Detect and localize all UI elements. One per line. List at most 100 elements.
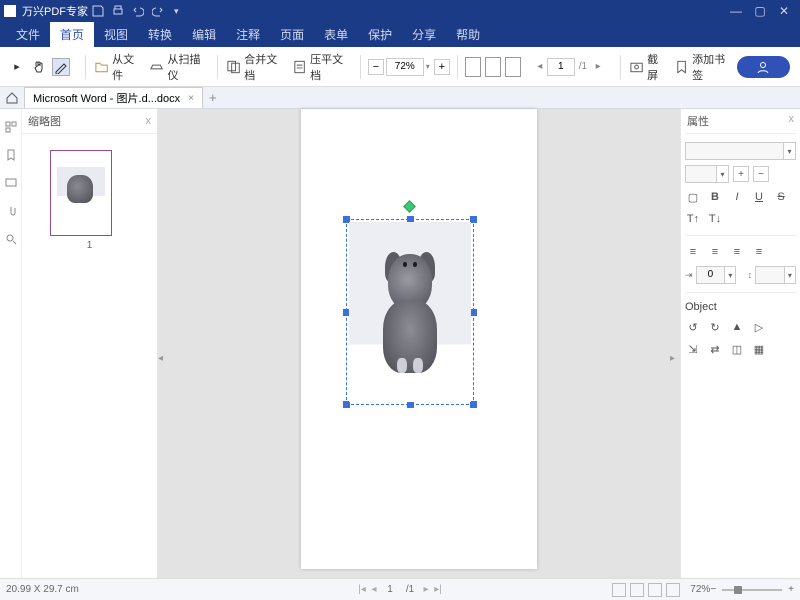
color-swatch-icon[interactable]: ▢ bbox=[685, 189, 701, 205]
select-tool-icon[interactable]: ▸ bbox=[8, 58, 26, 76]
font-decrease-button[interactable]: − bbox=[753, 166, 769, 182]
zoom-value[interactable]: 72% bbox=[386, 58, 424, 76]
qat-save-icon[interactable] bbox=[91, 4, 105, 18]
menu-file[interactable]: 文件 bbox=[6, 22, 50, 47]
attachments-icon[interactable] bbox=[3, 203, 19, 219]
status-zoom-out[interactable]: − bbox=[710, 584, 716, 595]
align-center-button[interactable]: ≡ bbox=[707, 244, 723, 260]
maximize-button[interactable]: ▢ bbox=[748, 0, 772, 22]
menu-comment[interactable]: 注释 bbox=[226, 22, 270, 47]
page-input[interactable]: 1 bbox=[547, 58, 575, 76]
font-size-dropdown-icon[interactable]: ▾ bbox=[717, 165, 729, 183]
zoom-in-button[interactable]: + bbox=[434, 59, 450, 75]
canvas-area[interactable]: ◂ ▸ bbox=[158, 109, 680, 578]
replace-image-button[interactable]: ⇄ bbox=[707, 341, 723, 357]
zoom-out-button[interactable]: − bbox=[368, 59, 384, 75]
menu-view[interactable]: 视图 bbox=[94, 22, 138, 47]
actual-size-icon[interactable] bbox=[505, 57, 521, 77]
extract-image-button[interactable]: ⇲ bbox=[685, 341, 701, 357]
status-page-current[interactable]: 1 bbox=[380, 584, 400, 595]
resize-handle-mr[interactable] bbox=[470, 309, 477, 316]
menu-home[interactable]: 首页 bbox=[50, 22, 94, 47]
align-right-button[interactable]: ≡ bbox=[729, 244, 745, 260]
new-tab-button[interactable]: + bbox=[209, 90, 217, 105]
qat-undo-icon[interactable] bbox=[131, 4, 145, 18]
fit-width-icon[interactable] bbox=[465, 57, 481, 77]
align-justify-button[interactable]: ≡ bbox=[751, 244, 767, 260]
font-size-select[interactable] bbox=[685, 165, 717, 183]
bookmarks-icon[interactable] bbox=[3, 147, 19, 163]
user-account-button[interactable] bbox=[737, 56, 790, 78]
page-thumbnail[interactable] bbox=[50, 150, 112, 236]
merge-button[interactable]: 合并文档 bbox=[226, 51, 286, 83]
status-prev-page[interactable]: ◂ bbox=[368, 584, 380, 595]
flip-horizontal-button[interactable]: ▷ bbox=[751, 319, 767, 335]
qat-redo-icon[interactable] bbox=[151, 4, 165, 18]
font-family-dropdown-icon[interactable]: ▾ bbox=[784, 142, 796, 160]
bookmark-button[interactable]: 添加书签 bbox=[674, 51, 734, 83]
comments-icon[interactable] bbox=[3, 175, 19, 191]
compress-button[interactable]: 压平文档 bbox=[292, 51, 352, 83]
from-file-button[interactable]: 从文件 bbox=[94, 51, 143, 83]
align-left-button[interactable]: ≡ bbox=[685, 244, 701, 260]
zoom-slider[interactable] bbox=[722, 589, 782, 591]
resize-handle-bl[interactable] bbox=[343, 401, 350, 408]
home-tab-icon[interactable] bbox=[4, 90, 20, 106]
status-last-page[interactable]: ▸| bbox=[432, 584, 444, 595]
superscript-button[interactable]: T↑ bbox=[685, 211, 701, 227]
font-increase-button[interactable]: + bbox=[733, 166, 749, 182]
collapse-left-icon[interactable]: ◂ bbox=[158, 344, 168, 374]
font-family-select[interactable] bbox=[685, 142, 784, 160]
opacity-button[interactable]: ▦ bbox=[751, 341, 767, 357]
resize-handle-bm[interactable] bbox=[407, 401, 414, 408]
qat-print-icon[interactable] bbox=[111, 4, 125, 18]
bold-button[interactable]: B bbox=[707, 189, 723, 205]
crop-button[interactable]: ◫ bbox=[729, 341, 745, 357]
menu-help[interactable]: 帮助 bbox=[446, 22, 490, 47]
thumbnail-panel-close[interactable]: x bbox=[146, 115, 152, 127]
menu-page[interactable]: 页面 bbox=[270, 22, 314, 47]
resize-handle-br[interactable] bbox=[470, 401, 477, 408]
screenshot-button[interactable]: 截屏 bbox=[629, 51, 668, 83]
status-zoom-in[interactable]: + bbox=[788, 584, 794, 595]
minimize-button[interactable]: — bbox=[724, 0, 748, 22]
collapse-right-icon[interactable]: ▸ bbox=[670, 344, 680, 374]
fit-page-icon[interactable] bbox=[485, 57, 501, 77]
document-tab[interactable]: Microsoft Word - 图片.d...docx × bbox=[24, 87, 203, 108]
next-page-button[interactable]: ▸ bbox=[591, 61, 605, 72]
menu-protect[interactable]: 保护 bbox=[358, 22, 402, 47]
search-icon[interactable] bbox=[3, 231, 19, 247]
view-single-icon[interactable] bbox=[612, 583, 626, 597]
italic-button[interactable]: I bbox=[729, 189, 745, 205]
rotate-right-button[interactable]: ↻ bbox=[707, 319, 723, 335]
menu-edit[interactable]: 编辑 bbox=[182, 22, 226, 47]
line-spacing-value[interactable] bbox=[755, 266, 785, 284]
status-next-page[interactable]: ▸ bbox=[420, 584, 432, 595]
flip-vertical-button[interactable]: ▲ bbox=[729, 319, 745, 335]
indent-value[interactable]: 0 bbox=[696, 266, 726, 284]
subscript-button[interactable]: T↓ bbox=[707, 211, 723, 227]
prev-page-button[interactable]: ◂ bbox=[533, 61, 547, 72]
resize-handle-tr[interactable] bbox=[470, 216, 477, 223]
menu-share[interactable]: 分享 bbox=[402, 22, 446, 47]
rotate-left-button[interactable]: ↺ bbox=[685, 319, 701, 335]
tab-close-icon[interactable]: × bbox=[188, 93, 194, 104]
image-selection[interactable] bbox=[346, 219, 474, 405]
view-continuous-icon[interactable] bbox=[630, 583, 644, 597]
menu-convert[interactable]: 转换 bbox=[138, 22, 182, 47]
from-scanner-button[interactable]: 从扫描仪 bbox=[149, 51, 209, 83]
properties-close[interactable]: x bbox=[789, 113, 795, 129]
document-page[interactable] bbox=[301, 109, 537, 569]
qat-more-icon[interactable]: ▾ bbox=[174, 6, 179, 17]
view-facing-icon[interactable] bbox=[648, 583, 662, 597]
thumbnails-icon[interactable] bbox=[3, 119, 19, 135]
view-continuous-facing-icon[interactable] bbox=[666, 583, 680, 597]
edit-tool-icon[interactable] bbox=[52, 58, 70, 76]
zoom-dropdown-icon[interactable]: ▾ bbox=[426, 62, 430, 71]
status-first-page[interactable]: |◂ bbox=[356, 584, 368, 595]
line-spacing-dropdown-icon[interactable]: ▾ bbox=[785, 266, 796, 284]
strikethrough-button[interactable]: S bbox=[773, 189, 789, 205]
rotate-handle[interactable] bbox=[403, 200, 416, 213]
hand-tool-icon[interactable] bbox=[30, 58, 48, 76]
underline-button[interactable]: U bbox=[751, 189, 767, 205]
